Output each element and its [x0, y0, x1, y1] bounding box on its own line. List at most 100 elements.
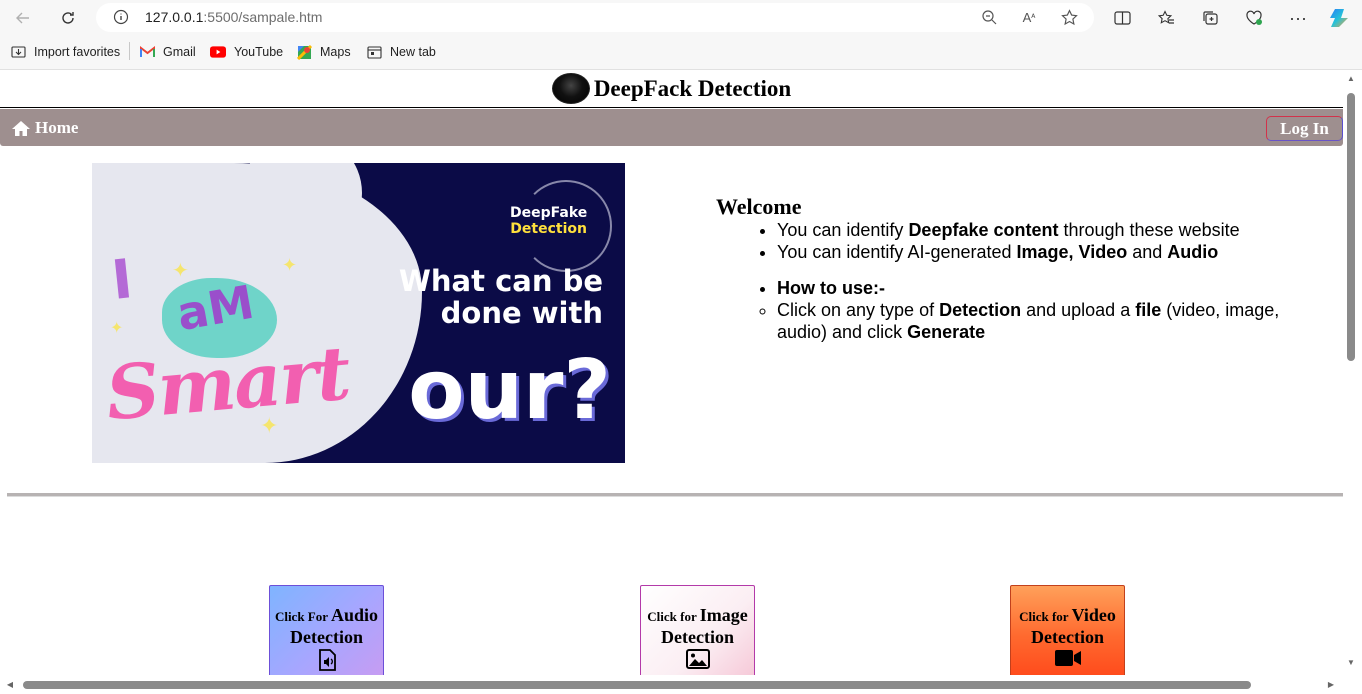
browser-toolbar: 127.0.0.1:5500/sampale.htm Aᴬ ···: [0, 0, 1362, 36]
vertical-scrollbar[interactable]: ▲ ▼: [1343, 70, 1362, 694]
step-bold-text: file: [1135, 300, 1162, 320]
url-host: 127.0.0.1: [145, 9, 204, 25]
how-to-use-heading: How to use:-: [777, 277, 1316, 299]
card-title-small: Click For: [274, 609, 332, 624]
horizontal-scrollbar[interactable]: ◀ ▶: [0, 675, 1343, 694]
video-camera-icon: [1054, 649, 1082, 672]
maps-icon: [296, 44, 312, 60]
card-title-big: Audio: [331, 605, 379, 625]
bullet-text: You can identify AI-generated: [777, 242, 1017, 262]
card-title: Click for Image: [647, 605, 747, 627]
zoom-icon[interactable]: [977, 5, 1001, 29]
how-to-step: Click on any type of Detection and uploa…: [777, 299, 1316, 343]
banner-question-big: our?: [408, 343, 611, 438]
read-aloud-icon[interactable]: Aᴬ: [1017, 5, 1041, 29]
banner-brand: DeepFake Detection: [510, 205, 587, 237]
favorite-label: Import favorites: [34, 45, 121, 59]
how-to-steps: Click on any type of Detection and uploa…: [777, 299, 1316, 343]
back-icon[interactable]: [11, 6, 35, 30]
favorites-separator: [129, 42, 130, 60]
banner-brand-line1: DeepFake: [510, 205, 588, 221]
vertical-scroll-thumb[interactable]: [1347, 93, 1355, 361]
welcome-list: You can identify Deepfake content throug…: [777, 219, 1316, 299]
sparkle-icon: ✦: [110, 320, 124, 337]
nav-home-label: Home: [35, 118, 79, 137]
video-detection-card[interactable]: Click for Video Detection: [1010, 585, 1125, 677]
gmail-icon: [139, 44, 155, 60]
welcome-bullet-2: You can identify AI-generated Image, Vid…: [777, 241, 1316, 263]
step-text: Click on any type of: [777, 300, 940, 320]
favorite-label: Gmail: [163, 45, 196, 59]
login-button[interactable]: Log In: [1266, 116, 1343, 141]
audio-file-icon: [318, 649, 336, 676]
favorite-label: New tab: [390, 45, 436, 59]
site-title-text: DeepFack Detection: [593, 75, 792, 101]
step-bold-text: Generate: [907, 322, 986, 342]
home-icon: [12, 120, 30, 136]
favorite-youtube[interactable]: YouTube: [210, 44, 283, 60]
audio-detection-card[interactable]: Click For Audio Detection: [269, 585, 384, 677]
card-title-big: Image: [699, 605, 748, 625]
step-text: and upload a: [1021, 300, 1136, 320]
hero-banner-image: I aM Smart ✦ ✦ ✦ ✦ DeepFake Detection Wh…: [92, 163, 625, 463]
import-icon: [10, 44, 26, 60]
nav-home-link[interactable]: Home: [11, 118, 78, 138]
site-title: DeepFack Detection: [551, 73, 792, 104]
url-path: :5500/sampale.htm: [203, 9, 323, 25]
sparkle-icon: ✦: [260, 413, 279, 438]
new-tab-icon: [366, 44, 382, 60]
sparkle-icon: ✦: [172, 260, 189, 282]
copilot-icon[interactable]: [1328, 6, 1352, 30]
favorite-maps[interactable]: Maps: [296, 44, 351, 60]
bullet-text: You can identify: [777, 220, 909, 240]
welcome-title: Welcome: [716, 194, 802, 219]
favorite-label: Maps: [320, 45, 351, 59]
scroll-left-arrow-icon[interactable]: ◀: [5, 680, 15, 690]
favorite-gmail[interactable]: Gmail: [139, 44, 196, 60]
card-subtitle: Detection: [661, 627, 734, 647]
more-menu-icon[interactable]: ···: [1286, 6, 1310, 30]
collections-icon[interactable]: [1198, 6, 1222, 30]
banner-question: What can be done with: [399, 265, 603, 329]
favorites-icon[interactable]: [1154, 6, 1178, 30]
horizontal-scroll-thumb[interactable]: [23, 681, 1251, 689]
image-icon: [685, 649, 710, 674]
bullet-bold-text: Audio: [1167, 242, 1219, 262]
section-divider: [7, 493, 1343, 497]
site-logo: [551, 73, 590, 104]
url-text[interactable]: 127.0.0.1:5500/sampale.htm: [145, 9, 322, 25]
page-viewport: DeepFack Detection Home Log In I aM Smar…: [0, 69, 1362, 694]
scroll-down-arrow-icon[interactable]: ▼: [1346, 658, 1356, 668]
card-title-small: Click for: [647, 609, 700, 624]
favorite-star-icon[interactable]: [1057, 5, 1081, 29]
youtube-icon: [210, 44, 226, 60]
card-title-small: Click for: [1019, 609, 1072, 624]
browser-essentials-icon[interactable]: [1242, 6, 1266, 30]
navbar: Home Log In: [0, 109, 1343, 146]
card-subtitle: Detection: [1031, 627, 1104, 647]
scroll-up-arrow-icon[interactable]: ▲: [1346, 74, 1356, 84]
banner-question-line2: done with: [440, 296, 603, 330]
split-screen-icon[interactable]: [1110, 6, 1134, 30]
bullet-text: and: [1127, 242, 1168, 262]
site-info-icon[interactable]: [109, 5, 133, 29]
image-detection-card[interactable]: Click for Image Detection: [640, 585, 755, 677]
card-title: Click For Audio: [275, 605, 378, 627]
card-title-big: Video: [1071, 605, 1116, 625]
scroll-right-arrow-icon[interactable]: ▶: [1326, 680, 1336, 690]
welcome-section: Welcome You can identify Deepfake conten…: [716, 195, 1316, 343]
bullet-bold-text: Image, Video: [1016, 242, 1128, 262]
welcome-bullet-1: You can identify Deepfake content throug…: [777, 219, 1316, 241]
card-title: Click for Video: [1019, 605, 1116, 627]
favorite-new-tab[interactable]: New tab: [366, 44, 436, 60]
card-subtitle: Detection: [290, 627, 363, 647]
address-bar[interactable]: 127.0.0.1:5500/sampale.htm Aᴬ: [96, 3, 1094, 32]
sparkle-icon: ✦: [282, 255, 298, 275]
bullet-bold-text: Deepfake content: [908, 220, 1059, 240]
favorite-import[interactable]: Import favorites: [10, 44, 120, 60]
bullet-text: through these website: [1058, 220, 1240, 240]
banner-brand-line2: Detection: [510, 221, 587, 237]
favorites-bar: [0, 36, 1362, 68]
refresh-icon[interactable]: [56, 6, 80, 30]
step-bold-text: Detection: [939, 300, 1022, 320]
